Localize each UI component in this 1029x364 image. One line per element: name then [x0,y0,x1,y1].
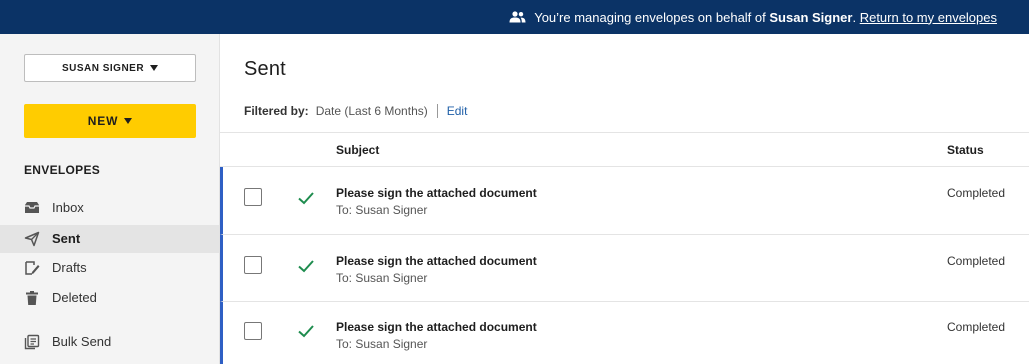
row-recipient: To: Susan Signer [336,337,428,351]
table-header: Subject Status [220,132,1029,167]
row-subject[interactable]: Please sign the attached document [336,320,537,334]
account-button-label: SUSAN SIGNER [61,62,145,74]
filter-divider [436,104,438,118]
filter-value: Date (Last 6 Months) [315,104,428,118]
sidebar-item-sent[interactable]: Sent [0,225,219,253]
envelopes-section-label: ENVELOPES [24,163,101,177]
row-subject[interactable]: Please sign the attached document [336,186,537,200]
drafts-icon [25,261,40,275]
sidebar-item-drafts[interactable]: Drafts [0,254,219,282]
table-row[interactable]: Please sign the attached document To: Su… [220,302,1029,364]
return-link[interactable]: Return to my envelopes [860,10,997,25]
column-header-subject[interactable]: Subject [336,143,379,157]
table-row[interactable]: Please sign the attached document To: Su… [220,167,1029,235]
row-checkbox[interactable] [244,322,262,340]
bulk-send-icon [24,334,40,350]
row-checkbox[interactable] [244,256,262,274]
completed-check-icon [298,192,314,205]
filter-bar: Filtered by: Date (Last 6 Months) Edit [244,104,467,118]
row-recipient: To: Susan Signer [336,203,428,217]
column-header-status[interactable]: Status [947,143,984,157]
caret-down-icon [124,118,133,124]
trash-icon [26,291,38,305]
account-switch-button[interactable]: SUSAN SIGNER [24,54,196,82]
banner-prefix: You’re managing envelopes on behalf of [534,9,770,25]
inbox-icon [25,202,39,213]
sidebar-item-inbox[interactable]: Inbox [0,194,219,222]
sidebar-item-label: Bulk Send [52,334,112,349]
new-button-label: NEW [87,114,119,128]
filter-label: Filtered by: [244,104,309,118]
users-icon [509,11,526,23]
sidebar: SUSAN SIGNER NEW ENVELOPES Inbox Sent Dr… [0,34,220,364]
banner-suffix: . [852,9,857,25]
new-button[interactable]: NEW [24,104,196,138]
banner-user: Susan Signer [769,9,853,25]
main-content: Sent Filtered by: Date (Last 6 Months) E… [220,34,1029,364]
sidebar-item-label: Inbox [52,200,84,215]
sidebar-item-label: Drafts [52,260,87,275]
row-checkbox[interactable] [244,188,262,206]
row-recipient: To: Susan Signer [336,271,428,285]
sidebar-item-label: Sent [52,231,81,246]
sidebar-item-deleted[interactable]: Deleted [0,284,219,312]
caret-down-icon [150,65,159,71]
row-status: Completed [947,186,1006,200]
sidebar-item-bulk-send[interactable]: Bulk Send [0,328,219,356]
row-status: Completed [947,320,1006,334]
filter-edit-link[interactable]: Edit [447,104,468,118]
table-row[interactable]: Please sign the attached document To: Su… [220,235,1029,302]
row-subject[interactable]: Please sign the attached document [336,254,537,268]
banner-text: You’re managing envelopes on behalf of S… [534,10,997,25]
row-status: Completed [947,254,1006,268]
delegation-banner: You’re managing envelopes on behalf of S… [0,0,1029,34]
completed-check-icon [298,325,314,338]
send-icon [24,231,40,247]
page-title: Sent [244,58,286,80]
completed-check-icon [298,260,314,273]
sidebar-item-label: Deleted [52,290,97,305]
